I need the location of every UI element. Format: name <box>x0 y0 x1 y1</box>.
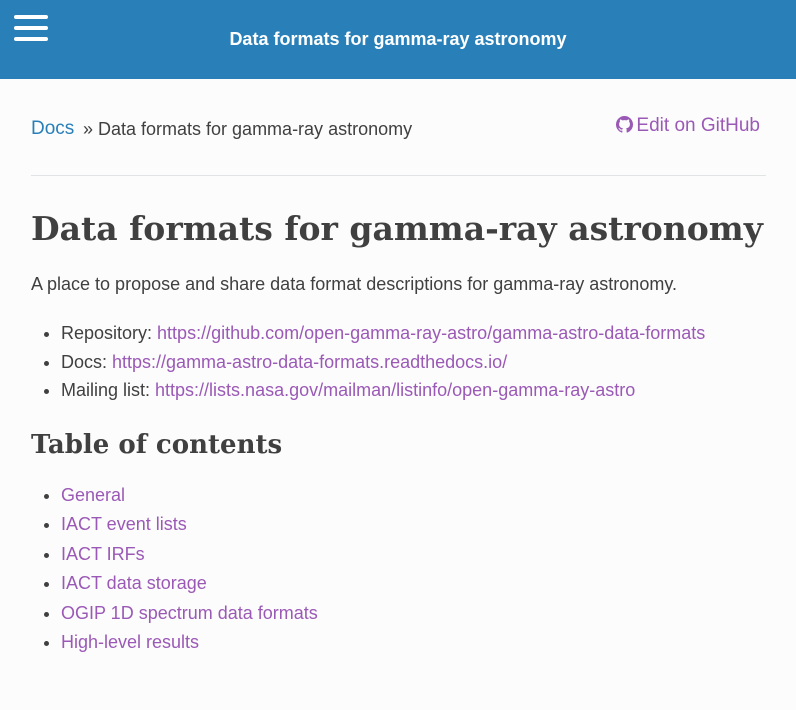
toc-link-iact-irfs[interactable]: IACT IRFs <box>61 544 145 564</box>
list-item: IACT data storage <box>61 569 766 599</box>
list-item: IACT event lists <box>61 510 766 540</box>
list-item: Docs: https://gamma-astro-data-formats.r… <box>61 348 766 377</box>
toc-link-general[interactable]: General <box>61 485 125 505</box>
toc-heading: Table of contents <box>31 429 283 460</box>
site-title-link[interactable]: Data formats for gamma-ray astronomy <box>0 29 796 50</box>
link-label: Mailing list: <box>61 380 156 400</box>
top-nav-bar: Data formats for gamma-ray astronomy <box>0 0 796 79</box>
mailing-list-link[interactable]: https://lists.nasa.gov/mailman/listinfo/… <box>155 380 635 400</box>
edit-on-github-label: Edit on GitHub <box>636 115 760 136</box>
github-icon <box>616 116 634 133</box>
breadcrumb: Docs » Data formats for gamma-ray astron… <box>31 79 766 176</box>
breadcrumb-separator: » <box>83 119 94 139</box>
main-content: Docs » Data formats for gamma-ray astron… <box>0 79 796 658</box>
page-title: Data formats for gamma-ray astronomy <box>31 209 763 248</box>
breadcrumb-current: Data formats for gamma-ray astronomy <box>98 119 413 139</box>
repository-link[interactable]: https://github.com/open-gamma-ray-astro/… <box>157 323 705 343</box>
toc-link-high-level-results[interactable]: High-level results <box>61 632 199 652</box>
resource-links-list: Repository: https://github.com/open-gamm… <box>31 319 766 405</box>
intro-paragraph: A place to propose and share data format… <box>31 274 677 294</box>
toc-link-ogip-1d-spectrum[interactable]: OGIP 1D spectrum data formats <box>61 603 318 623</box>
link-label: Repository: <box>61 323 158 343</box>
toc-list: General IACT event lists IACT IRFs IACT … <box>31 481 766 658</box>
breadcrumb-docs-link[interactable]: Docs <box>31 118 74 140</box>
list-item: Mailing list: https://lists.nasa.gov/mai… <box>61 376 766 405</box>
toc-link-iact-event-lists[interactable]: IACT event lists <box>61 514 187 534</box>
link-label: Docs: <box>61 351 113 372</box>
list-item: General <box>61 481 766 511</box>
docs-link[interactable]: https://gamma-astro-data-formats.readthe… <box>112 352 507 372</box>
list-item: OGIP 1D spectrum data formats <box>61 599 766 629</box>
list-item: High-level results <box>61 628 766 658</box>
list-item: IACT IRFs <box>61 540 766 570</box>
edit-on-github-link[interactable]: Edit on GitHub <box>616 115 760 137</box>
list-item: Repository: https://github.com/open-gamm… <box>61 319 766 348</box>
toc-link-iact-data-storage[interactable]: IACT data storage <box>61 573 207 593</box>
